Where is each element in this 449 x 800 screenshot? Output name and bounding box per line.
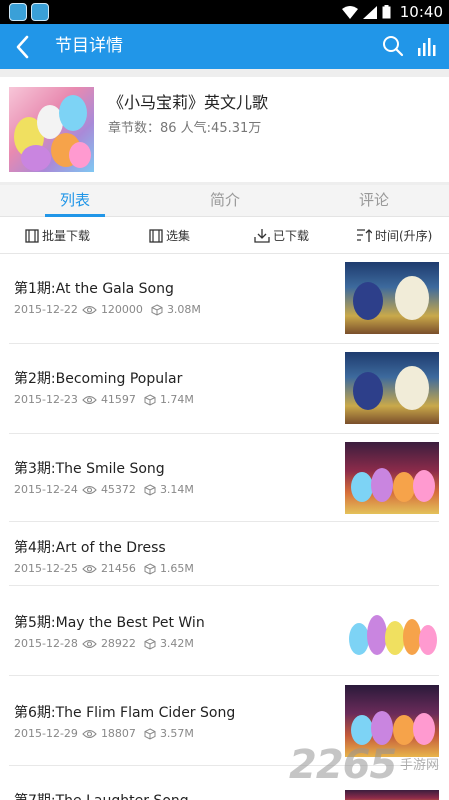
episode-row[interactable]: 第2期:Becoming Popular 2015-12-23 41597 1.… [9,344,439,434]
episode-size: 3.42M [159,637,194,650]
episode-plays: 21456 [100,562,136,575]
episode-title: 第1期:At the Gala Song [14,281,174,297]
film-icon [25,228,39,243]
select-episodes-button[interactable]: 选集 [149,217,190,254]
episode-title: 第6期:The Flim Flam Cider Song [14,705,236,721]
box-icon [144,483,156,496]
app-notification-icon [31,3,49,21]
watermark-number: 2265 [289,742,397,788]
eye-icon [82,485,97,494]
episode-plays: 18807 [100,727,136,740]
episode-plays: 41597 [100,393,136,406]
divider [0,69,449,77]
episode-title: 第5期:May the Best Pet Win [14,615,205,631]
episode-size: 3.08M [166,303,201,316]
back-arrow-icon[interactable] [10,33,38,61]
bar-chart-icon[interactable] [415,34,439,58]
batch-download-button[interactable]: 批量下载 [25,217,90,254]
episode-size: 3.57M [159,727,194,740]
eye-icon [82,305,97,314]
episode-thumbnail [345,595,439,667]
sort-label: 时间(升序) [375,229,433,243]
episode-toolbar: 批量下载 选集 已下载 时间(升序) [0,217,449,254]
episode-date: 2015-12-28 [14,637,78,650]
battery-icon [382,5,391,19]
sort-by-time-button[interactable]: 时间(升序) [356,217,432,254]
episode-row[interactable]: 第5期:May the Best Pet Win 2015-12-28 2892… [9,586,439,676]
program-header: 《小马宝莉》英文儿歌 章节数：86 人气:45.31万 [0,77,449,182]
sort-icon [357,229,372,242]
episode-date: 2015-12-24 [14,483,78,496]
box-icon [144,562,156,575]
episode-row[interactable]: 第4期:Art of the Dress 2015-12-25 21456 1.… [9,522,439,586]
tab-intro[interactable]: 简介 [150,185,300,217]
episode-size: 1.74M [159,393,194,406]
downloaded-label: 已下载 [273,229,310,243]
episode-plays: 45372 [100,483,136,496]
app-notification-icon [9,3,27,21]
episode-date: 2015-12-22 [14,303,78,316]
eye-icon [82,564,97,573]
tab-bar: 列表 简介 评论 [0,185,449,217]
episode-title: 第7期:The Laughter Song [14,790,189,800]
film-icon [149,228,163,243]
box-icon [151,303,163,316]
program-stats: 章节数：86 人气:45.31万 [108,121,262,136]
select-episodes-label: 选集 [166,229,191,243]
episode-date: 2015-12-25 [14,562,78,575]
episode-row[interactable]: 第1期:At the Gala Song 2015-12-22 120000 3… [9,254,439,344]
status-bar: 10:40 [0,0,449,24]
episode-plays: 120000 [100,303,143,316]
episode-thumbnail [345,352,439,424]
watermark-site: 手游网 [399,758,439,773]
box-icon [144,637,156,650]
eye-icon [82,639,97,648]
episode-row[interactable]: 第3期:The Smile Song 2015-12-24 45372 3.14… [9,434,439,522]
episode-size: 1.65M [159,562,194,575]
box-icon [144,727,156,740]
eye-icon [82,395,97,404]
program-cover-image [9,87,94,172]
site-watermark: 2265 手游网 [289,742,439,790]
downloaded-button[interactable]: 已下载 [254,217,309,254]
episode-title: 第2期:Becoming Popular [14,371,183,387]
episode-thumbnail [345,262,439,334]
episode-date: 2015-12-23 [14,393,78,406]
tab-list[interactable]: 列表 [0,185,150,217]
episode-title: 第4期:Art of the Dress [14,540,166,556]
episode-size: 3.14M [159,483,194,496]
episode-title: 第3期:The Smile Song [14,461,165,477]
status-time: 10:40 [399,3,443,21]
episode-thumbnail [345,790,439,800]
episode-plays: 28922 [100,637,136,650]
download-icon [254,229,270,243]
tab-comments[interactable]: 评论 [299,185,449,217]
episode-thumbnail [345,442,439,514]
signal-icon [363,6,377,19]
search-icon[interactable] [381,34,405,58]
title-bar: 节目详情 [0,24,449,69]
box-icon [144,393,156,406]
batch-download-label: 批量下载 [42,229,91,243]
eye-icon [82,729,97,738]
wifi-icon [342,6,358,19]
episode-date: 2015-12-29 [14,727,78,740]
page-title: 节目详情 [55,36,123,56]
program-title: 《小马宝莉》英文儿歌 [108,93,269,112]
